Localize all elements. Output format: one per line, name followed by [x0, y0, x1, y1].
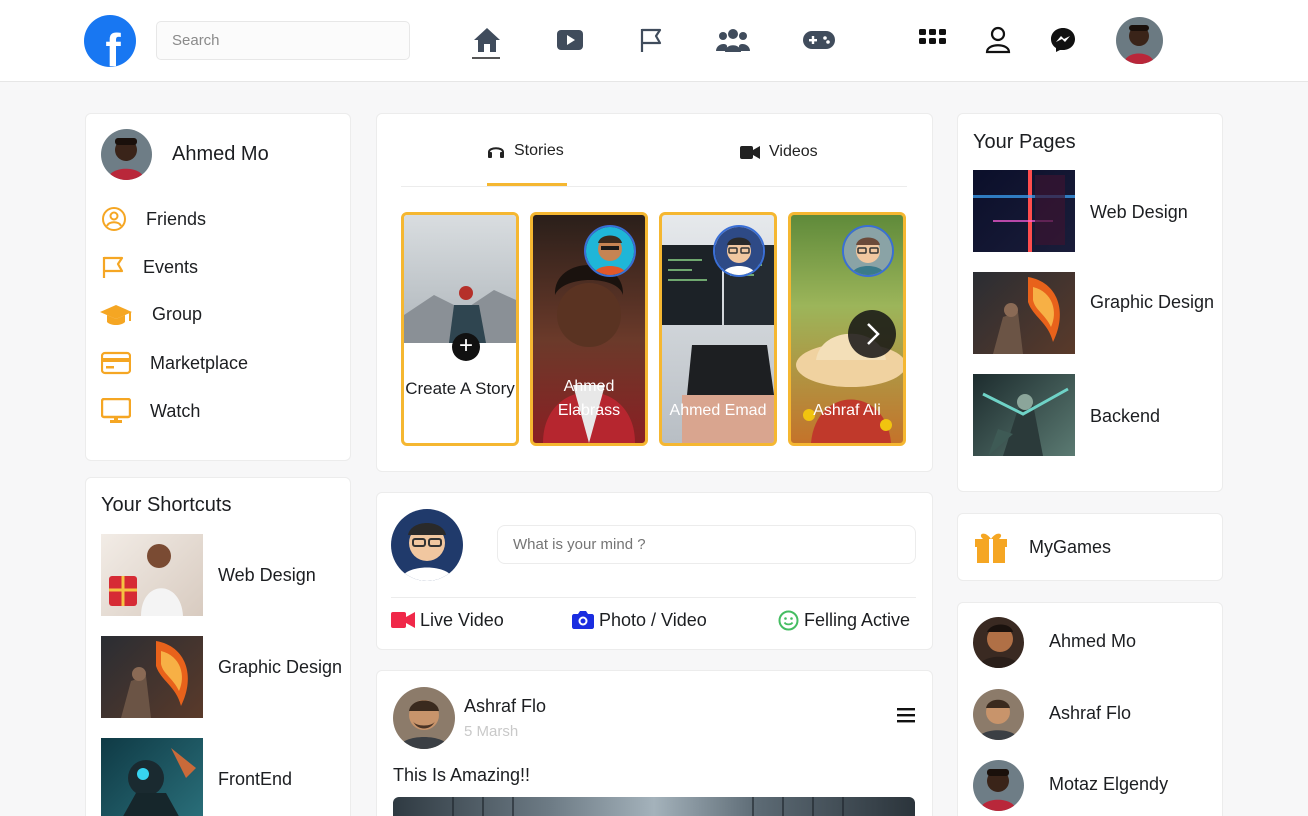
story-name: Ashraf Ali	[813, 402, 881, 419]
shortcut-label: Web Design	[218, 565, 316, 585]
contact-avatar	[973, 617, 1024, 668]
post-menu-icon[interactable]	[897, 707, 915, 723]
action-label: Photo / Video	[599, 610, 707, 630]
divider	[391, 597, 916, 598]
story-image	[404, 215, 516, 343]
story-card[interactable]: Ahmed Elabrass	[530, 212, 648, 446]
video-camera-icon	[391, 612, 415, 628]
video-camera-icon	[740, 146, 760, 159]
add-story-icon[interactable]: +	[452, 333, 480, 361]
account-avatar[interactable]	[1116, 17, 1163, 64]
shortcuts-title: Your Shortcuts	[101, 494, 232, 516]
flag-icon	[102, 256, 124, 278]
active-tab-indicator	[472, 57, 500, 59]
flag-icon[interactable]	[633, 22, 669, 58]
sidebar-item-label: Group	[152, 304, 203, 324]
video-icon[interactable]	[552, 22, 588, 58]
sidebar-item-label: Marketplace	[150, 353, 249, 373]
story-avatar	[713, 225, 765, 277]
story-card[interactable]: Ahmed Emad	[659, 212, 777, 446]
story-name: Ahmed Elabrass	[557, 378, 621, 419]
profile-avatar[interactable]	[101, 129, 152, 180]
headphones-icon	[488, 147, 504, 158]
profile-name[interactable]: Ahmed Mo	[172, 143, 269, 166]
story-name: Ahmed Emad	[669, 402, 767, 419]
top-navbar: f	[0, 0, 1308, 82]
contact-name: Motaz Elgendy	[1049, 774, 1169, 794]
create-story-card[interactable]: + Create A Story	[401, 212, 519, 446]
messenger-icon[interactable]	[1045, 22, 1081, 58]
post-author-name[interactable]: Ashraf Flo	[464, 696, 546, 717]
create-story-label: Create A Story	[405, 379, 515, 398]
card-icon	[101, 351, 131, 375]
stories-next-button[interactable]	[848, 310, 896, 358]
page-thumbnail	[973, 170, 1075, 252]
action-label: Live Video	[420, 610, 504, 630]
home-icon[interactable]	[469, 22, 505, 58]
friends-icon	[102, 207, 126, 231]
sidebar-item-label: Friends	[146, 209, 207, 229]
graduation-cap-icon	[100, 305, 132, 325]
mygames-label: MyGames	[1029, 537, 1112, 557]
contact-name: Ashraf Flo	[1049, 703, 1132, 723]
composer-avatar	[391, 509, 463, 581]
post-card	[376, 670, 933, 816]
shortcut-thumbnail	[101, 636, 203, 718]
page-label: Web Design	[1090, 202, 1188, 222]
post-author-avatar[interactable]	[393, 687, 455, 749]
page-thumbnail	[973, 272, 1075, 354]
post-date: 5 Marsh	[464, 723, 519, 740]
chevron-right-icon	[867, 323, 880, 345]
page-label: Backend	[1090, 406, 1161, 426]
people-icon[interactable]	[715, 22, 751, 58]
sidebar-item-label: Events	[143, 257, 199, 277]
shortcut-thumbnail	[101, 534, 203, 616]
user-icon[interactable]	[980, 22, 1016, 58]
shortcut-label: Graphic Design	[218, 657, 343, 677]
monitor-icon	[101, 398, 131, 423]
page-label: Graphic Design	[1090, 292, 1215, 312]
smiley-icon	[778, 610, 799, 631]
story-avatar	[842, 225, 894, 277]
sidebar-item-label: Watch	[150, 401, 201, 421]
story-avatar	[584, 225, 636, 277]
post-text: This Is Amazing!!	[393, 765, 531, 785]
divider	[401, 186, 907, 187]
grid-menu-icon[interactable]	[915, 22, 951, 58]
gamepad-icon[interactable]	[801, 22, 837, 58]
gift-icon	[975, 533, 1007, 563]
post-image[interactable]	[393, 797, 915, 816]
contact-name: Ahmed Mo	[1049, 631, 1137, 651]
contact-avatar	[973, 760, 1024, 811]
contact-avatar	[973, 689, 1024, 740]
shortcut-thumbnail	[101, 738, 203, 816]
tab-label: Stories	[514, 142, 564, 159]
camera-icon	[572, 611, 594, 629]
story-card[interactable]: Ashraf Ali	[788, 212, 906, 446]
tab-label: Videos	[769, 143, 818, 160]
facebook-logo[interactable]: f	[84, 15, 136, 67]
action-label: Felling Active	[804, 610, 911, 630]
pages-title: Your Pages	[973, 131, 1076, 153]
search-input[interactable]	[156, 21, 410, 60]
page-thumbnail	[973, 374, 1075, 456]
composer-input[interactable]	[497, 525, 916, 564]
shortcut-label: FrontEnd	[218, 769, 293, 789]
